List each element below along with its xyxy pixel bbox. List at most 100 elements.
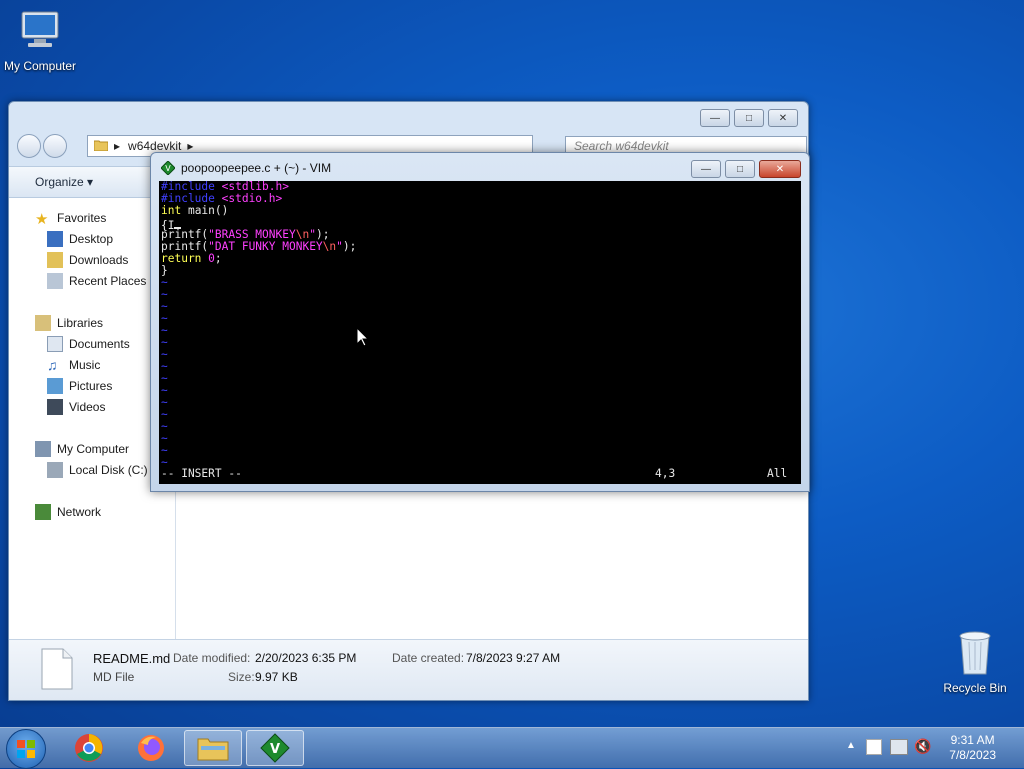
code-line: #include <stdio.h> — [161, 192, 283, 205]
details-created-value: 7/8/2023 9:27 AM — [466, 651, 561, 665]
desktop-icon-my-computer[interactable]: My Computer — [0, 8, 80, 73]
windows-logo-icon — [17, 740, 35, 758]
downloads-icon — [47, 252, 63, 268]
taskbar-chrome-button[interactable] — [60, 730, 118, 766]
minimize-icon: — — [710, 112, 720, 124]
videos-icon — [47, 399, 63, 415]
start-button[interactable] — [6, 729, 46, 769]
tilde-marker: ~ — [161, 276, 168, 289]
tilde-marker: ~ — [161, 288, 168, 301]
chevron-up-icon: ▲ — [846, 740, 856, 751]
vim-cursor-position: 4,3 — [655, 467, 676, 480]
tilde-marker: ~ — [161, 360, 168, 373]
maximize-icon: □ — [745, 112, 753, 124]
vim-window[interactable]: V poopoopeepee.c + (~) - VIM — □ ✕ #incl… — [150, 152, 810, 492]
tilde-marker: ~ — [161, 444, 168, 457]
nav-item-recent-places[interactable]: Recent Places — [47, 273, 146, 289]
network-icon[interactable] — [890, 739, 908, 755]
taskbar-firefox-button[interactable] — [122, 730, 180, 766]
taskbar: V ▲ 🔇 9:31 AM 7/8/2023 — [0, 727, 1024, 769]
pictures-icon — [47, 378, 63, 394]
maximize-button[interactable]: □ — [734, 109, 764, 127]
explorer-titlebar[interactable] — [9, 102, 808, 128]
breadcrumb[interactable]: w64devkit — [128, 139, 181, 153]
nav-item-desktop[interactable]: Desktop — [47, 231, 113, 247]
folder-icon — [197, 738, 229, 761]
taskbar-vim-button[interactable]: V — [246, 730, 304, 766]
details-pane: README.md MD File Date modified: 2/20/20… — [9, 639, 808, 700]
nav-item-videos[interactable]: Videos — [47, 399, 105, 415]
nav-item-network[interactable]: Network — [35, 504, 101, 520]
desktop-icon — [47, 231, 63, 247]
tilde-marker: ~ — [161, 408, 168, 421]
action-center-icon[interactable] — [866, 739, 882, 755]
tilde-marker: ~ — [161, 420, 168, 433]
clock-date: 7/8/2023 — [949, 748, 996, 762]
close-icon: ✕ — [778, 112, 788, 124]
tilde-marker: ~ — [161, 312, 168, 325]
tilde-marker: ~ — [161, 300, 168, 313]
nav-item-documents[interactable]: Documents — [47, 336, 130, 352]
svg-text:V: V — [165, 164, 171, 173]
tilde-marker: ~ — [161, 348, 168, 361]
documents-icon — [47, 336, 63, 352]
vim-close-button[interactable]: ✕ — [759, 160, 801, 178]
chevron-right-icon: ▸ — [114, 139, 121, 153]
tilde-marker: ~ — [161, 372, 168, 385]
svg-text:V: V — [270, 742, 280, 757]
nav-item-local-disk[interactable]: Local Disk (C:) — [47, 462, 148, 478]
computer-icon — [35, 441, 51, 457]
folder-icon — [93, 139, 109, 154]
file-icon — [41, 648, 73, 693]
close-button[interactable]: ✕ — [768, 109, 798, 127]
network-icon — [35, 504, 51, 520]
nav-item-pictures[interactable]: Pictures — [47, 378, 112, 394]
show-hidden-icons-button[interactable]: ▲ — [846, 740, 856, 751]
code-line: int main() — [161, 204, 229, 217]
music-icon: ♫ — [47, 357, 58, 373]
details-modified-value: 2/20/2023 6:35 PM — [255, 651, 357, 665]
details-file-type: MD File — [93, 670, 135, 684]
code-line: return 0; — [161, 252, 222, 265]
tilde-marker: ~ — [161, 384, 168, 397]
empty-line-markers: ~ ~ ~ ~ ~ ~ ~ ~ ~ ~ ~ ~ ~ ~ ~ ~ — [159, 277, 801, 469]
details-size-label: Size: — [228, 670, 255, 684]
vim-maximize-button[interactable]: □ — [725, 160, 755, 178]
minimize-button[interactable]: — — [700, 109, 730, 127]
nav-item-favorites[interactable]: ★ Favorites — [35, 210, 106, 228]
close-icon: ✕ — [775, 163, 785, 175]
firefox-icon — [138, 735, 164, 761]
details-created-label: Date created: — [392, 651, 465, 665]
nav-item-my-computer[interactable]: My Computer — [35, 441, 129, 457]
chevron-right-icon: ▸ — [187, 139, 194, 153]
volume-muted-icon[interactable]: 🔇 — [914, 738, 931, 755]
chrome-icon — [75, 734, 103, 762]
back-button[interactable] — [17, 134, 41, 158]
desktop-icon-label: My Computer — [3, 59, 77, 73]
maximize-icon: □ — [736, 163, 744, 175]
search-placeholder: Search w64devkit — [574, 139, 669, 153]
desktop-icon-label: Recycle Bin — [943, 681, 1007, 695]
recycle-bin-icon — [935, 628, 1015, 679]
desktop-icon-recycle-bin[interactable]: Recycle Bin — [935, 628, 1015, 695]
tilde-marker: ~ — [161, 324, 168, 337]
recent-places-icon — [47, 273, 63, 289]
vim-minimize-button[interactable]: — — [691, 160, 721, 178]
vim-icon: V — [160, 160, 176, 178]
computer-icon — [0, 8, 80, 57]
forward-button[interactable] — [43, 134, 67, 158]
vim-icon: V — [260, 733, 290, 763]
vim-editor[interactable]: #include <stdlib.h> #include <stdio.h> i… — [159, 181, 801, 484]
nav-item-downloads[interactable]: Downloads — [47, 252, 128, 268]
disk-icon — [47, 462, 63, 478]
organize-button[interactable]: Organize ▾ — [35, 175, 93, 189]
mouse-cursor-icon — [356, 326, 370, 350]
minimize-icon: — — [701, 163, 711, 175]
taskbar-explorer-button[interactable] — [184, 730, 242, 766]
details-file-name: README.md — [93, 651, 171, 666]
libraries-icon — [35, 315, 51, 331]
nav-item-music[interactable]: ♫ Music — [47, 357, 100, 373]
details-size-value: 9.97 KB — [255, 670, 298, 684]
nav-item-libraries[interactable]: Libraries — [35, 315, 103, 331]
system-clock[interactable]: 9:31 AM 7/8/2023 — [949, 733, 996, 763]
